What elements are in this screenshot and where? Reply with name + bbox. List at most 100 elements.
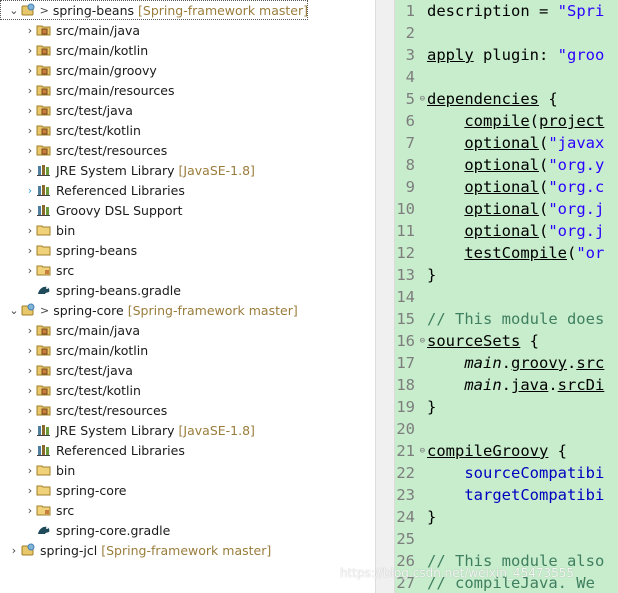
code-line[interactable]: 10 optional("org.j — [395, 198, 618, 220]
code-line[interactable]: 7 optional("javax — [395, 132, 618, 154]
chevron-right-icon[interactable]: › — [24, 320, 36, 340]
git-dirty-marker: > — [39, 3, 49, 17]
chevron-down-icon[interactable]: ⌄ — [8, 300, 20, 320]
tree-item[interactable]: › src — [0, 260, 74, 280]
tree-item[interactable]: › JRE System Library [JavaSE-1.8] — [0, 160, 255, 180]
chevron-right-icon[interactable]: › — [24, 180, 36, 200]
chevron-right-icon[interactable]: › — [8, 540, 20, 560]
tree-item[interactable]: › src/main/kotlin — [0, 340, 148, 360]
tree-item[interactable]: › Referenced Libraries — [0, 440, 185, 460]
code-line[interactable]: 8 optional("org.y — [395, 154, 618, 176]
chevron-right-icon[interactable]: › — [24, 440, 36, 460]
tree-item[interactable]: › src/main/groovy — [0, 60, 157, 80]
code-line[interactable]: 17 main.groovy.src — [395, 352, 618, 374]
tree-item[interactable]: › src/test/resources — [0, 400, 167, 420]
code-line[interactable]: 12 testCompile("or — [395, 242, 618, 264]
code-line[interactable]: 22 sourceCompatibi — [395, 462, 618, 484]
chevron-right-icon[interactable]: › — [24, 220, 36, 240]
code-line[interactable]: 1 description = "Spri — [395, 0, 618, 22]
code-line[interactable]: 20 — [395, 418, 618, 440]
tree-item[interactable]: › Groovy DSL Support — [0, 200, 183, 220]
code-line[interactable]: 21 ⊖ compileGroovy { — [395, 440, 618, 462]
chevron-right-icon[interactable]: › — [24, 380, 36, 400]
tree-item-decoration: [Spring-framework master] — [101, 542, 272, 558]
chevron-right-icon[interactable]: › — [24, 20, 36, 40]
chevron-right-icon[interactable]: › — [24, 340, 36, 360]
code-line[interactable]: 19} — [395, 396, 618, 418]
code-editor[interactable]: 1 description = "Spri 2 3 apply plugin: "gro… — [395, 0, 618, 593]
chevron-right-icon[interactable]: › — [24, 260, 36, 280]
code-line[interactable]: 25 — [395, 528, 618, 550]
code-text: dependencies { — [427, 90, 558, 108]
tree-item[interactable]: › src/test/java — [0, 100, 133, 120]
chevron-down-icon[interactable]: ⌄ — [8, 0, 20, 20]
chevron-right-icon[interactable]: › — [24, 460, 36, 480]
fold-toggle-icon[interactable]: ⊖ — [420, 440, 425, 462]
code-line[interactable]: 13} — [395, 264, 618, 286]
chevron-right-icon[interactable]: › — [24, 240, 36, 260]
chevron-right-icon[interactable]: › — [24, 500, 36, 520]
code-line[interactable]: 9 optional("org.c — [395, 176, 618, 198]
code-line[interactable]: 24} — [395, 506, 618, 528]
tree-item[interactable]: › src/main/kotlin — [0, 40, 148, 60]
chevron-right-icon[interactable]: › — [24, 160, 36, 180]
source-folder-icon — [36, 362, 52, 378]
tree-item[interactable]: › src/main/java — [0, 20, 140, 40]
fold-toggle-icon[interactable]: ⊖ — [420, 330, 425, 352]
chevron-right-icon[interactable]: › — [24, 140, 36, 160]
tree-item[interactable]: ⌄ > spring-beans [Spring-framework master] — [0, 0, 308, 20]
code-line[interactable]: 23 targetCompatibi — [395, 484, 618, 506]
tree-item[interactable]: › src/test/kotlin — [0, 120, 141, 140]
line-number-text: 25 — [396, 530, 415, 548]
tree-item[interactable]: spring-beans.gradle — [0, 280, 181, 300]
line-number-text: 15 — [396, 310, 415, 328]
line-number: 3 — [395, 44, 417, 66]
tree-item[interactable]: › bin — [0, 460, 76, 480]
tree-item[interactable]: spring-core.gradle — [0, 520, 170, 540]
code-line[interactable]: 6 compile(project — [395, 110, 618, 132]
tree-item[interactable]: › src/test/kotlin — [0, 380, 141, 400]
chevron-right-icon[interactable]: › — [24, 100, 36, 120]
tree-item[interactable]: › Referenced Libraries — [0, 180, 185, 200]
line-number-text: 24 — [396, 508, 415, 526]
tree-item-decoration: [Spring-framework master] — [127, 302, 298, 318]
chevron-right-icon[interactable]: › — [24, 480, 36, 500]
tree-item[interactable]: › src — [0, 500, 74, 520]
code-line[interactable]: 11 optional("org.j — [395, 220, 618, 242]
chevron-right-icon[interactable]: › — [24, 120, 36, 140]
code-line[interactable]: 15 // This module does — [395, 308, 618, 330]
chevron-right-icon[interactable]: › — [24, 200, 36, 220]
chevron-right-icon[interactable]: › — [24, 60, 36, 80]
tree-item-label: src/main/resources — [56, 82, 175, 98]
tree-item[interactable]: ⌄ > spring-core [Spring-framework master] — [0, 300, 298, 320]
tree-item[interactable]: › src/main/resources — [0, 80, 175, 100]
code-line[interactable]: 5 ⊖ dependencies { — [395, 88, 618, 110]
code-line[interactable]: 2 — [395, 22, 618, 44]
line-number: 13 — [395, 264, 417, 286]
view-splitter[interactable] — [375, 0, 395, 593]
tree-item[interactable]: › JRE System Library [JavaSE-1.8] — [0, 420, 255, 440]
tree-item-label: JRE System Library — [56, 162, 175, 178]
chevron-right-icon[interactable]: › — [24, 80, 36, 100]
tree-item[interactable]: › src/test/java — [0, 360, 133, 380]
code-line[interactable]: 4 — [395, 66, 618, 88]
line-number: 11 — [395, 220, 417, 242]
tree-item[interactable]: › spring-core — [0, 480, 127, 500]
chevron-right-icon[interactable]: › — [24, 360, 36, 380]
fold-toggle-icon[interactable]: ⊖ — [420, 88, 425, 110]
tree-item[interactable]: › spring-beans — [0, 240, 137, 260]
chevron-right-icon[interactable]: › — [24, 400, 36, 420]
code-text: optional("org.j — [464, 200, 605, 218]
line-number-text: 12 — [396, 244, 415, 262]
tree-item[interactable]: › src/main/java — [0, 320, 140, 340]
tree-item[interactable]: › bin — [0, 220, 76, 240]
tree-item[interactable]: › spring-jcl [Spring-framework master] — [0, 540, 271, 560]
tree-item[interactable]: › src/test/resources — [0, 140, 167, 160]
code-line[interactable]: 16 ⊖ sourceSets { — [395, 330, 618, 352]
chevron-right-icon[interactable]: › — [24, 420, 36, 440]
code-line[interactable]: 14 — [395, 286, 618, 308]
code-line[interactable]: 3 apply plugin: "groo — [395, 44, 618, 66]
line-number: 6 — [395, 110, 417, 132]
chevron-right-icon[interactable]: › — [24, 40, 36, 60]
code-line[interactable]: 18 main.java.srcDi — [395, 374, 618, 396]
